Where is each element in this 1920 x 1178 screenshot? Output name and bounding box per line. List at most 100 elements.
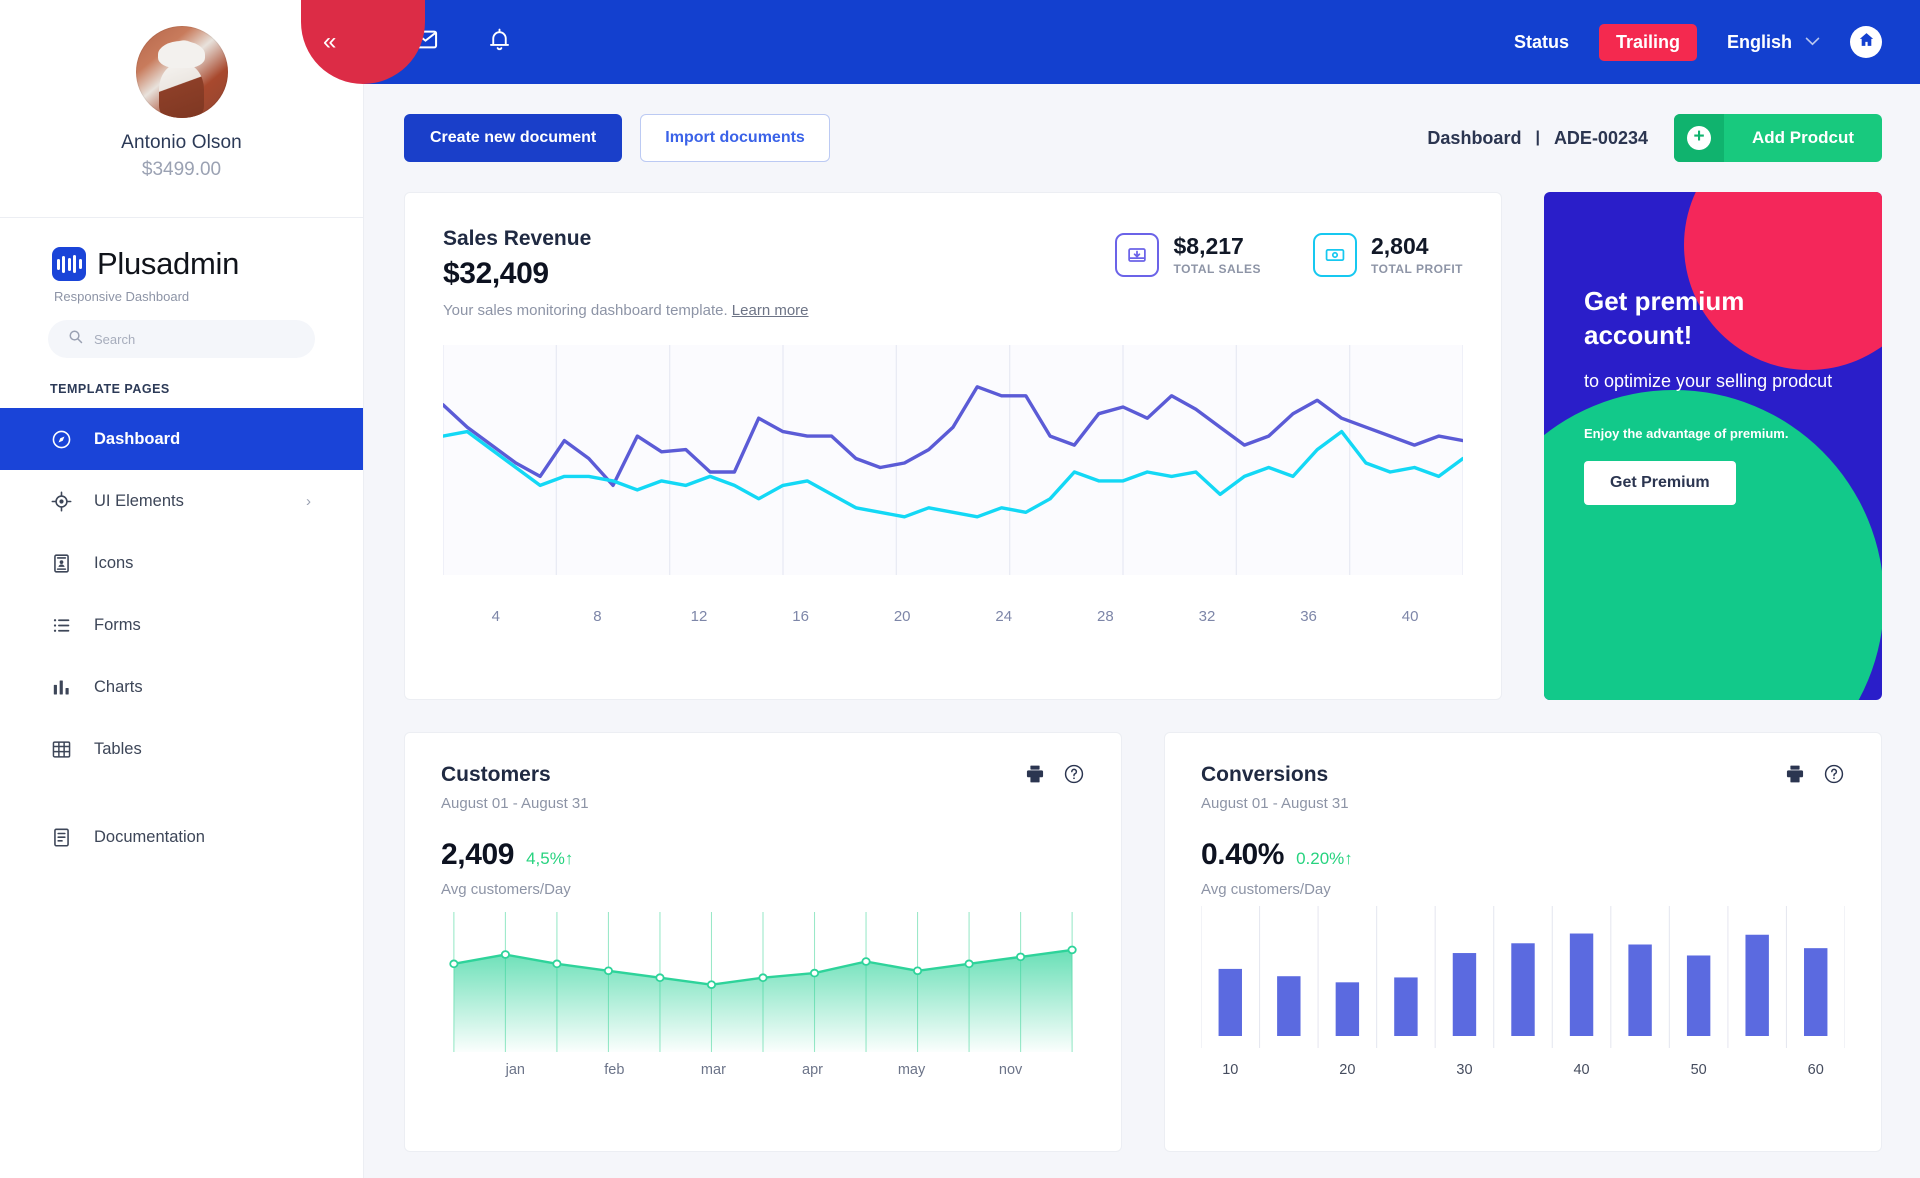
stat-total-profit: 2,804 TOTAL PROFIT xyxy=(1313,233,1463,277)
search-input[interactable] xyxy=(94,331,295,347)
learn-more-link[interactable]: Learn more xyxy=(732,302,809,319)
revenue-title: Sales Revenue xyxy=(443,227,592,250)
customers-chart: jan feb mar apr may nov xyxy=(441,906,1085,1078)
bar-chart-icon xyxy=(50,677,72,698)
conversions-chart-svg xyxy=(1201,906,1845,1048)
home-icon xyxy=(1858,31,1875,53)
nav-section-title: TEMPLATE PAGES xyxy=(50,382,170,396)
printer-icon[interactable] xyxy=(1024,763,1046,790)
x-tick xyxy=(441,1062,491,1078)
question-circle-icon[interactable] xyxy=(1823,763,1845,790)
x-tick xyxy=(1728,1062,1787,1078)
customers-delta-value: 4,5% xyxy=(526,849,565,868)
language-selector[interactable]: English xyxy=(1727,32,1820,53)
plusadmin-logo-icon xyxy=(52,247,86,281)
x-tick xyxy=(1494,1062,1553,1078)
language-label: English xyxy=(1726,31,1792,52)
conversions-delta: 0.20%↑ xyxy=(1296,849,1353,869)
search-box[interactable] xyxy=(48,320,315,358)
conversions-heading: Conversions August 01 - August 31 xyxy=(1201,763,1349,812)
stat-label: TOTAL PROFIT xyxy=(1371,262,1463,277)
compass-icon xyxy=(50,429,72,450)
nav-divider-space xyxy=(0,780,363,806)
x-tick: 28 xyxy=(1097,608,1114,625)
customers-chart-svg xyxy=(441,912,1085,1052)
status-link[interactable]: Status xyxy=(1514,32,1569,53)
sales-revenue-chart-svg xyxy=(443,345,1463,575)
customers-title: Customers xyxy=(441,763,551,786)
customers-sub: Avg customers/Day xyxy=(441,881,571,898)
x-tick: mar xyxy=(700,1062,726,1078)
sidebar-item-icons[interactable]: Icons xyxy=(0,532,363,594)
bell-icon[interactable] xyxy=(487,27,512,57)
customers-card: Customers August 01 - August 31 2,409 4,… xyxy=(404,732,1122,1152)
topbar: Status Trailing English xyxy=(364,0,1920,84)
dashboard-app: Antonio Olson $3499.00 « Plusadmin Respo… xyxy=(0,0,1920,1178)
brand-subtitle: Responsive Dashboard xyxy=(54,289,190,304)
up-arrow-icon: ↑ xyxy=(564,849,574,868)
revenue-subtitle-text: Your sales monitoring dashboard template… xyxy=(443,302,728,319)
conversions-chart: 10 20 30 40 50 60 xyxy=(1201,906,1845,1078)
chevron-right-icon: › xyxy=(306,492,311,510)
breadcrumb-page[interactable]: Dashboard xyxy=(1427,128,1521,149)
x-tick: 40 xyxy=(1401,608,1419,625)
conversions-sub: Avg customers/Day xyxy=(1201,881,1331,898)
sidebar-item-documentation[interactable]: Documentation xyxy=(0,806,363,868)
x-tick: nov xyxy=(998,1062,1023,1078)
create-new-document-button[interactable]: Create new document xyxy=(404,114,623,162)
home-button[interactable] xyxy=(1850,26,1882,58)
sidebar-item-label: UI Elements xyxy=(94,491,184,510)
x-tick: 32 xyxy=(1198,608,1216,625)
revenue-stats: $8,217 TOTAL SALES 2,804 TOTAL PROFIT xyxy=(1115,227,1463,277)
add-product-label: Add Prodcut xyxy=(1752,128,1854,147)
stat-value: $8,217 xyxy=(1173,232,1244,259)
avatar xyxy=(135,26,228,118)
sidebar-item-dashboard[interactable]: Dashboard xyxy=(0,408,363,470)
promo-description: to optimize your selling prodcut xyxy=(1584,370,1833,391)
question-circle-icon[interactable] xyxy=(1063,763,1085,790)
trailing-badge[interactable]: Trailing xyxy=(1598,23,1697,61)
target-icon xyxy=(50,491,72,512)
sales-revenue-x-axis: 4 8 12 16 20 24 28 32 36 40 xyxy=(443,608,1463,625)
profile-amount: $3499.00 xyxy=(141,159,222,180)
brand-name: Plusadmin xyxy=(97,246,240,281)
sidebar-item-charts[interactable]: Charts xyxy=(0,656,363,718)
x-tick: may xyxy=(897,1062,926,1078)
add-product-button[interactable]: + Add Prodcut xyxy=(1674,114,1882,162)
sidebar-item-label: Forms xyxy=(94,615,141,634)
x-tick: 12 xyxy=(690,608,708,625)
profile-name: Antonio Olson xyxy=(121,132,242,153)
x-tick xyxy=(1611,1062,1670,1078)
inbox-download-icon xyxy=(1115,233,1160,277)
revenue-subtitle: Your sales monitoring dashboard template… xyxy=(443,302,809,319)
x-tick: feb xyxy=(604,1062,625,1078)
customers-x-axis: jan feb mar apr may nov xyxy=(441,1062,1085,1078)
sidebar: Antonio Olson $3499.00 « Plusadmin Respo… xyxy=(0,0,425,1178)
stat-text: $8,217 TOTAL SALES xyxy=(1173,232,1261,276)
customers-range: August 01 - August 31 xyxy=(441,795,589,812)
sidebar-item-label: Tables xyxy=(94,739,142,758)
sales-revenue-chart: 4 8 12 16 20 24 28 32 36 40 xyxy=(443,345,1463,645)
sidebar-item-forms[interactable]: Forms xyxy=(0,594,363,656)
row-secondary: Customers August 01 - August 31 2,409 4,… xyxy=(404,732,1882,1152)
get-premium-button[interactable]: Get Premium xyxy=(1584,460,1736,505)
x-tick: 30 xyxy=(1456,1062,1473,1078)
x-tick: 4 xyxy=(491,608,500,625)
conversions-range: August 01 - August 31 xyxy=(1201,795,1349,812)
breadcrumb-code: ADE-00234 xyxy=(1553,127,1648,148)
printer-icon[interactable] xyxy=(1784,763,1806,790)
sidebar-nav: Dashboard UI Elements › Icons Forms Char… xyxy=(0,408,363,868)
import-documents-button[interactable]: Import documents xyxy=(640,114,830,162)
money-icon xyxy=(1313,233,1357,277)
stat-total-sales: $8,217 TOTAL SALES xyxy=(1115,233,1261,277)
x-tick: 20 xyxy=(1339,1062,1356,1078)
x-tick: 50 xyxy=(1690,1062,1707,1078)
sidebar-item-tables[interactable]: Tables xyxy=(0,718,363,780)
sidebar-item-ui-elements[interactable]: UI Elements › xyxy=(0,470,363,532)
x-tick xyxy=(936,1062,986,1078)
x-tick: 40 xyxy=(1573,1062,1590,1078)
x-tick xyxy=(837,1062,887,1078)
x-tick: jan xyxy=(505,1062,525,1078)
conversions-title: Conversions xyxy=(1201,763,1329,786)
table-icon xyxy=(50,739,72,760)
